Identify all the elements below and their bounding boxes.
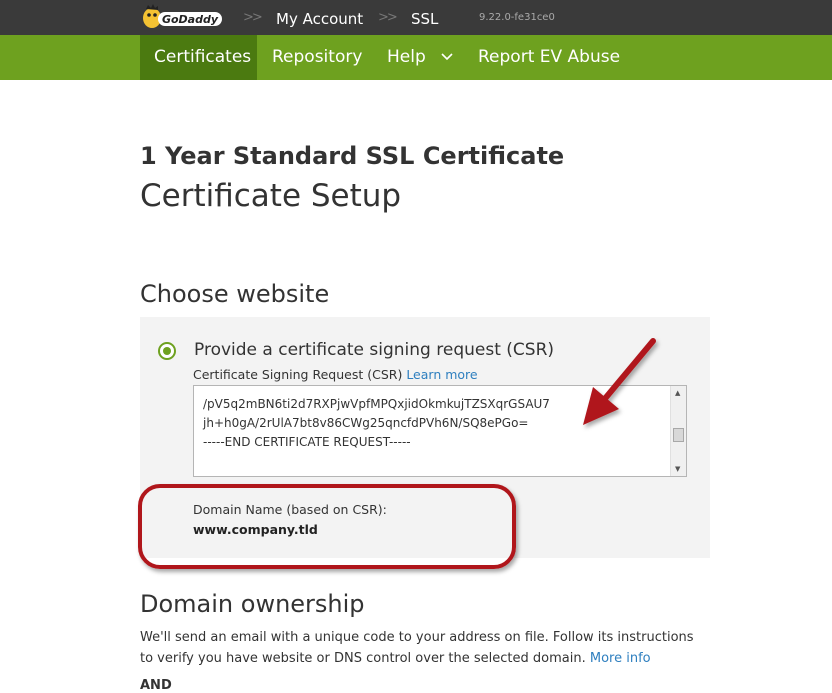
main-nav: Certificates Repository Help Report EV A… <box>0 35 832 80</box>
learn-more-link[interactable]: Learn more <box>406 367 477 382</box>
godaddy-logo-icon[interactable]: GoDaddy <box>140 4 224 32</box>
svg-text:GoDaddy: GoDaddy <box>162 13 219 26</box>
domain-ownership-heading: Domain ownership <box>140 590 365 618</box>
radio-selected-icon[interactable] <box>158 342 176 360</box>
more-info-link[interactable]: More info <box>590 651 651 666</box>
csr-scrollbar[interactable]: ▲ ▼ <box>670 386 686 476</box>
nav-help-label: Help <box>387 47 426 67</box>
csr-field-label: Certificate Signing Request (CSR) Learn … <box>193 367 478 382</box>
csr-line: /pV5q2mBN6ti2d7RXPjwVpfMPQxjidOkmkujTZSX… <box>203 397 550 411</box>
nav-certificates[interactable]: Certificates <box>140 35 257 80</box>
radio-dot <box>163 347 171 355</box>
nav-repository[interactable]: Repository <box>258 35 376 80</box>
breadcrumb-separator: >> <box>378 10 398 25</box>
scroll-up-icon[interactable]: ▲ <box>675 389 680 397</box>
nav-repository-label: Repository <box>272 47 363 67</box>
scroll-thumb[interactable] <box>673 428 684 442</box>
nav-report-ev-abuse[interactable]: Report EV Abuse <box>464 35 634 80</box>
and-label: AND <box>140 678 172 693</box>
choose-website-heading: Choose website <box>140 280 330 308</box>
scroll-down-icon[interactable]: ▼ <box>675 465 680 473</box>
csr-line: jh+h0gA/2rUlA7bt8v86CWg25qncfdPVh6N/SQ8e… <box>203 416 529 430</box>
breadcrumb-ssl[interactable]: SSL <box>411 10 438 28</box>
chevron-down-icon <box>441 53 453 61</box>
product-title: 1 Year Standard SSL Certificate <box>140 142 565 170</box>
csr-line: -----END CERTIFICATE REQUEST----- <box>203 435 411 449</box>
top-bar: GoDaddy >> My Account >> SSL 9.22.0-fe31… <box>0 0 832 35</box>
breadcrumb-my-account[interactable]: My Account <box>276 10 363 28</box>
page-title: Certificate Setup <box>140 178 402 214</box>
nav-help[interactable]: Help <box>373 35 467 80</box>
nav-report-ev-abuse-label: Report EV Abuse <box>478 47 621 67</box>
csr-option-label[interactable]: Provide a certificate signing request (C… <box>194 340 554 360</box>
annotation-highlight-box <box>138 484 516 569</box>
domain-ownership-description: We'll send an email with a unique code t… <box>140 627 700 669</box>
version-label: 9.22.0-fe31ce0 <box>479 12 555 23</box>
breadcrumb-separator: >> <box>243 10 263 25</box>
csr-field-label-text: Certificate Signing Request (CSR) <box>193 367 403 382</box>
nav-certificates-label: Certificates <box>154 47 252 67</box>
annotation-arrow-icon <box>583 338 656 425</box>
